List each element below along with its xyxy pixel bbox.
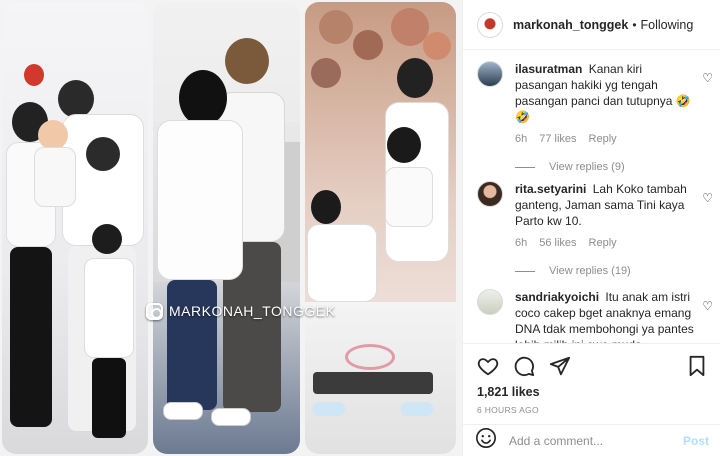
headlight [401, 402, 433, 416]
likes-count[interactable]: 1,821 likes [477, 385, 707, 399]
boy-shirt [84, 258, 134, 358]
middle-photo-couple [153, 2, 300, 454]
woman-pants [10, 247, 52, 427]
add-comment-bar: Post [463, 424, 720, 456]
separator-dot: • [632, 17, 637, 32]
man-head [225, 38, 269, 84]
woman-top [157, 120, 243, 280]
view-replies-label[interactable]: View replies (19) [549, 265, 631, 277]
pink-ribbon [345, 344, 395, 370]
baby-shirt [34, 147, 76, 207]
man-head [58, 80, 94, 118]
heart-small-icon[interactable]: ♡ [702, 299, 713, 313]
action-icons [477, 354, 707, 378]
comment-item: ilasuratman Kanan kiri pasangan hakiki y… [477, 61, 713, 173]
comment-text-block: rita.setyarini Lah Koko tambah ganteng, … [515, 181, 695, 229]
girl-head [387, 127, 421, 163]
post-image[interactable]: MARKONAH_TONGGEK [0, 0, 462, 456]
view-replies[interactable]: View replies (9) [515, 161, 713, 173]
right-photo-birthday [305, 2, 456, 454]
replies-divider [515, 270, 535, 272]
reply-button[interactable]: Reply [589, 237, 617, 249]
comment-text-block: sandriakyoichi Itu anak am istri coco ca… [515, 289, 695, 343]
comment-likes[interactable]: 77 likes [539, 133, 576, 145]
commenter-avatar[interactable] [477, 289, 503, 315]
comment-age: 6h [515, 133, 528, 145]
bookmark-icon[interactable] [687, 355, 707, 377]
boy-pants [92, 358, 126, 438]
post-timestamp: 6 HOURS AGO [477, 405, 539, 415]
action-bar: 1,821 likes 6 HOURS AGO [463, 343, 720, 423]
comment-icon[interactable] [513, 355, 535, 377]
replies-divider [515, 166, 535, 168]
comment-age: 6h [515, 237, 528, 249]
commenter-avatar[interactable] [477, 61, 503, 87]
woman-head [311, 190, 341, 224]
comments-list[interactable]: ilasuratman Kanan kiri pasangan hakiki y… [463, 51, 720, 343]
left-photo-family [2, 2, 148, 454]
shirt-print [86, 137, 120, 171]
comment-likes[interactable]: 56 likes [539, 237, 576, 249]
boy-head [92, 224, 122, 254]
profile-avatar[interactable] [477, 11, 503, 38]
sneaker [163, 402, 203, 420]
car-grille [313, 372, 433, 394]
heart-icon[interactable] [477, 355, 499, 377]
watermark-text: MARKONAH_TONGGEK [169, 303, 336, 319]
instagram-icon [146, 302, 163, 320]
balloon [311, 58, 341, 88]
watermark: MARKONAH_TONGGEK [146, 300, 335, 322]
view-replies-label[interactable]: View replies (9) [549, 161, 625, 173]
girl-shirt [385, 167, 433, 227]
woman-shirt [307, 224, 377, 302]
emoji-icon[interactable] [475, 427, 497, 454]
send-icon[interactable] [549, 355, 571, 377]
following-button[interactable]: Following [641, 18, 694, 32]
commenter-avatar[interactable] [477, 181, 503, 207]
post-button[interactable]: Post [683, 434, 709, 448]
balloon [353, 30, 383, 60]
comment-username[interactable]: sandriakyoichi [515, 290, 599, 304]
post-username[interactable]: markonah_tonggek [513, 18, 628, 32]
man-head [397, 58, 433, 98]
post-header: markonah_tonggek • Following [463, 0, 720, 50]
balloon [423, 32, 451, 60]
heart-small-icon[interactable]: ♡ [702, 71, 713, 85]
comment-item: sandriakyoichi Itu anak am istri coco ca… [477, 289, 713, 343]
sneaker [211, 408, 251, 426]
comment-username[interactable]: ilasuratman [515, 62, 582, 76]
comment-username[interactable]: rita.setyarini [515, 182, 586, 196]
lantern-decoration [24, 64, 44, 86]
view-replies[interactable]: View replies (19) [515, 265, 713, 277]
headlight [313, 402, 345, 416]
heart-small-icon[interactable]: ♡ [702, 191, 713, 205]
comment-meta: 6h 77 likes Reply [515, 133, 713, 145]
woman-hair [179, 70, 227, 126]
instagram-post-view: MARKONAH_TONGGEK markonah_tonggek • Foll… [0, 0, 720, 456]
comment-item: rita.setyarini Lah Koko tambah ganteng, … [477, 181, 713, 277]
reply-button[interactable]: Reply [589, 133, 617, 145]
baby-head [38, 120, 68, 150]
comment-text-block: ilasuratman Kanan kiri pasangan hakiki y… [515, 61, 695, 125]
add-comment-input[interactable] [509, 433, 679, 448]
balloon [319, 10, 353, 44]
post-sidebar: markonah_tonggek • Following ilasuratman… [462, 0, 720, 456]
comment-meta: 6h 56 likes Reply [515, 237, 713, 249]
